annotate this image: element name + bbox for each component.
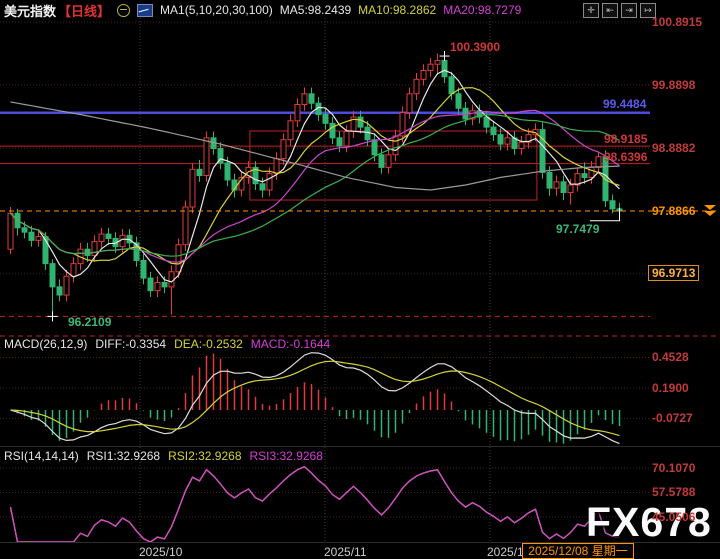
axis-tick: 98.8882 <box>652 141 695 155</box>
time-tick: 2025/1 <box>487 545 524 559</box>
candlestick-series <box>8 54 622 317</box>
scroll-left-icon[interactable]: ⇤ <box>602 3 618 18</box>
rsi-axis-tick: 70.1070 <box>652 461 695 475</box>
indicator-chart-icon[interactable] <box>137 4 153 17</box>
current-date-box: 2025/12/08 星期一 <box>522 543 634 559</box>
alert-price-axis-label: 96.9713 <box>648 265 699 281</box>
blue-line-label: 99.4484 <box>603 97 646 111</box>
macd-panel <box>11 353 620 444</box>
time-tick: 2025/10 <box>139 545 182 559</box>
symbol-name: 美元指数 <box>4 1 56 20</box>
macd-macd-value: MACD:-0.1644 <box>251 337 330 351</box>
panel-divider <box>0 446 720 447</box>
ma20-value: MA20:98.7279 <box>443 3 521 17</box>
price-annotations <box>0 113 718 336</box>
resistance1-label: 98.9185 <box>604 132 647 146</box>
axis-tick: 99.8898 <box>652 78 695 92</box>
rsi-title: RSI(14,14,14) <box>4 449 79 463</box>
macd-axis-tick: 0.4528 <box>652 350 689 364</box>
rsi1-value: RSI1:32.9268 <box>87 449 160 463</box>
time-tick: 2025/11 <box>324 545 367 559</box>
rsi-legend: RSI(14,14,14) RSI1:32.9268 RSI2:32.9268 … <box>4 449 323 463</box>
gridlines <box>0 18 650 543</box>
ma10-value: MA10:98.2862 <box>358 3 436 17</box>
axis-tick: 100.8915 <box>652 15 702 29</box>
current-price-axis-label: 97.8866 <box>652 204 695 218</box>
macd-axis-tick: -0.0727 <box>652 411 693 425</box>
ma-lines <box>11 70 620 282</box>
macd-diff-value: DIFF:-0.3354 <box>95 337 166 351</box>
macd-title: MACD(26,12,9) <box>4 337 87 351</box>
jump-latest-icon[interactable]: ↦ <box>640 3 656 18</box>
period-label: 【日线】 <box>58 1 110 20</box>
ma5-value: MA5:98.2439 <box>280 3 351 17</box>
high-price-label: 100.3900 <box>450 40 500 54</box>
chart-toolbar: ✛ ⇤ ⇥ ↦ <box>583 3 656 18</box>
rsi-axis-tick: 45.0506 <box>652 510 695 524</box>
rsi3-value: RSI3:32.9268 <box>250 449 323 463</box>
chart-canvas[interactable] <box>0 0 720 559</box>
swing-low-label: 96.2109 <box>68 315 111 329</box>
minus-circle-icon[interactable] <box>117 4 130 17</box>
trading-chart-window: 美元指数【日线】 MA1(5,10,20,30,100) MA5:98.2439… <box>0 0 720 559</box>
rsi2-value: RSI2:32.9268 <box>168 449 241 463</box>
rsi-axis-tick: 57.5788 <box>652 485 695 499</box>
macd-dea-value: DEA:-0.2532 <box>174 337 243 351</box>
pan-icon[interactable]: ✛ <box>583 3 599 18</box>
marker-layer <box>0 51 718 321</box>
rsi-panel <box>11 467 620 542</box>
last-low-label: 97.7479 <box>556 222 599 236</box>
macd-legend: MACD(26,12,9) DIFF:-0.3354 DEA:-0.2532 M… <box>4 337 330 351</box>
ma-settings-label: MA1(5,10,20,30,100) <box>160 3 273 17</box>
resistance2-label: 98.6396 <box>604 150 647 164</box>
macd-axis-tick: 0.1900 <box>652 381 689 395</box>
price-arrow-icon[interactable] <box>704 205 717 218</box>
scroll-right-icon[interactable]: ⇥ <box>621 3 637 18</box>
header-bar: 美元指数【日线】 MA1(5,10,20,30,100) MA5:98.2439… <box>4 2 521 18</box>
